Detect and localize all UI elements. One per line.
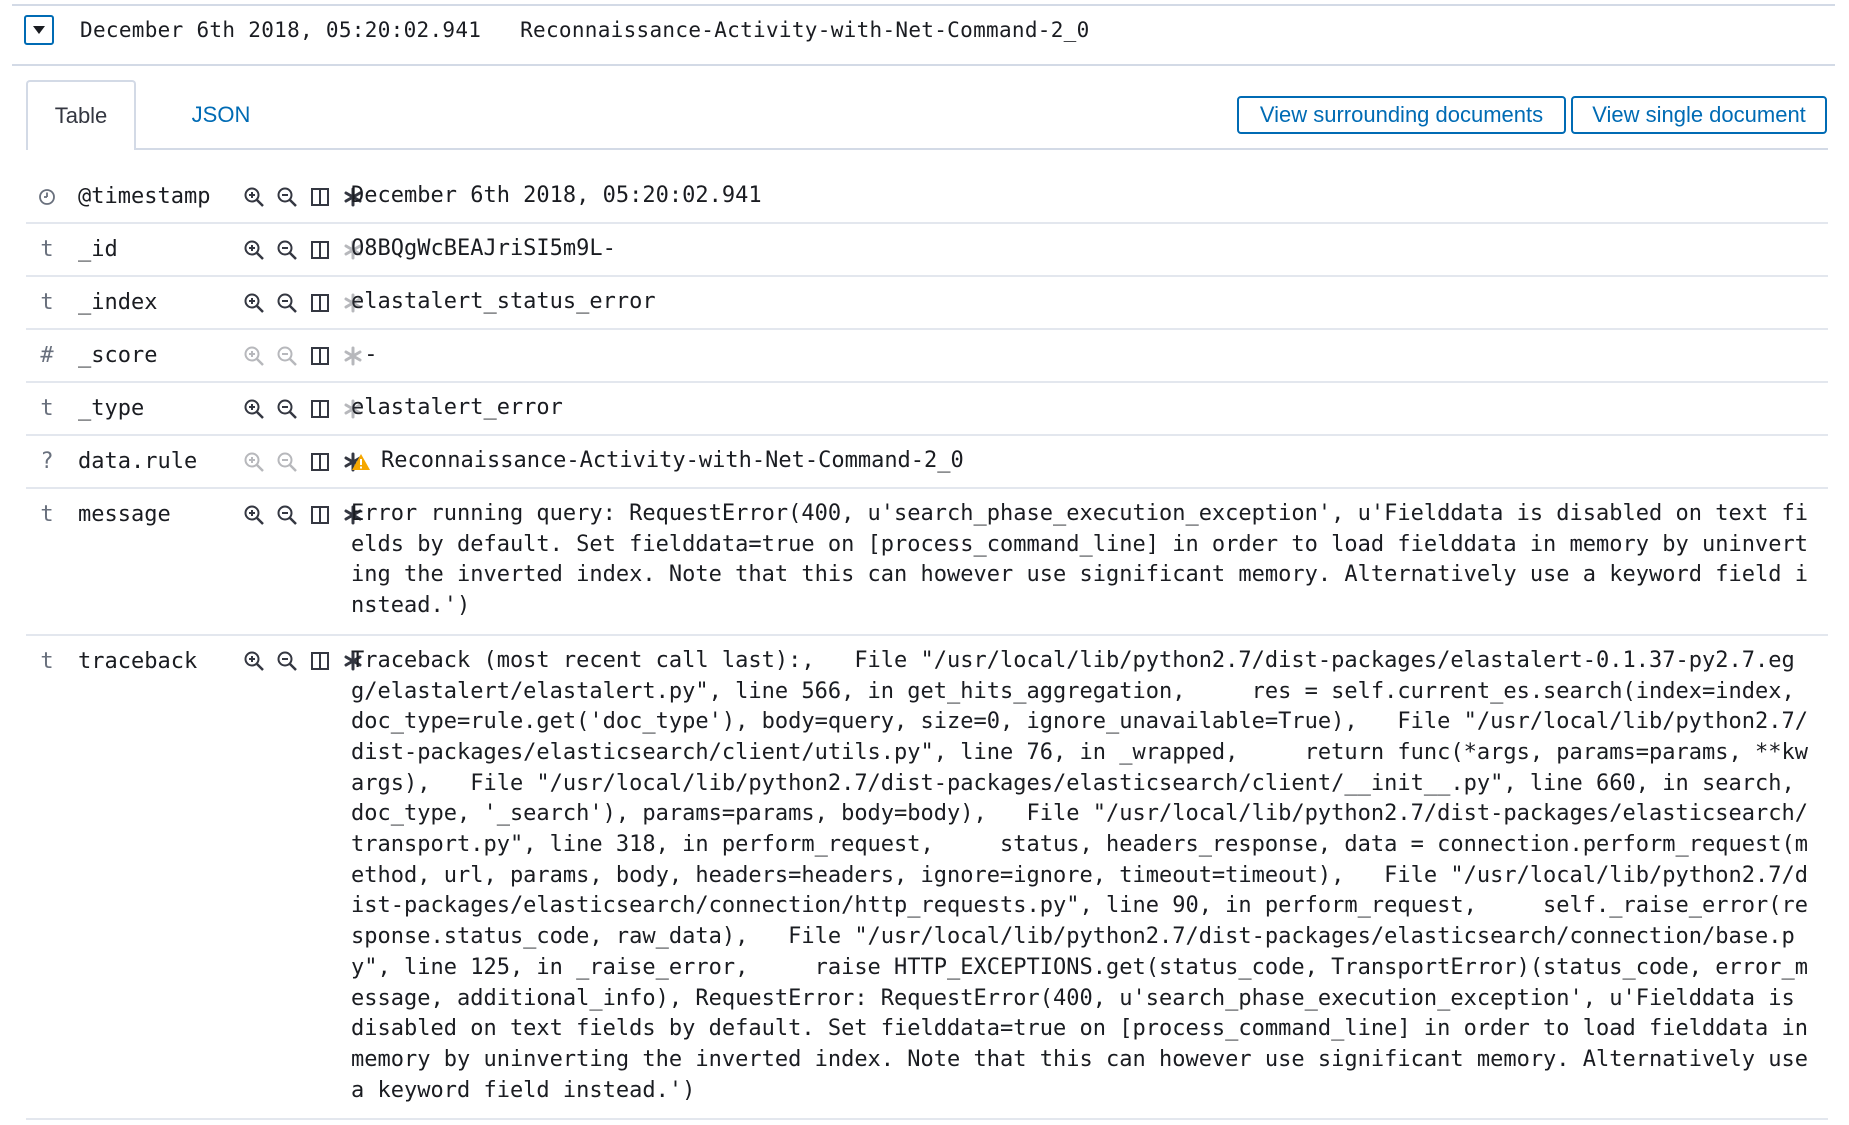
field-actions — [228, 330, 361, 381]
field-value: elastalert_status_error — [351, 289, 656, 315]
field-actions — [228, 224, 361, 275]
filter-out-value-icon[interactable] — [273, 236, 300, 263]
filter-exists-icon[interactable] — [339, 289, 366, 316]
filter-for-value-icon[interactable] — [240, 395, 267, 422]
warning-icon — [351, 453, 371, 471]
tab-underline — [26, 148, 1828, 150]
fields-table: @timestamp December 6th 2018, 05:20:02.94… — [26, 171, 1828, 1121]
toggle-column-icon[interactable] — [306, 501, 333, 528]
tab-table[interactable]: Table — [26, 80, 136, 150]
field-name: message — [78, 502, 171, 527]
filter-out-value-icon[interactable] — [273, 395, 300, 422]
field-type-icon: t — [40, 237, 54, 262]
clock-icon — [26, 171, 68, 222]
field-value: - — [351, 342, 378, 368]
filter-for-value-icon[interactable] — [240, 236, 267, 263]
chevron-down-icon — [33, 26, 45, 34]
toggle-column-icon[interactable] — [306, 289, 333, 316]
field-actions — [228, 636, 361, 687]
field-name: @timestamp — [78, 184, 211, 209]
field-row: @timestamp December 6th 2018, 05:20:02.94… — [26, 171, 1828, 224]
filter-for-value-icon[interactable] — [240, 501, 267, 528]
filter-out-value-icon[interactable] — [273, 342, 300, 369]
filter-out-value-icon[interactable] — [273, 648, 300, 675]
toggle-column-icon[interactable] — [306, 648, 333, 675]
field-actions — [228, 436, 361, 487]
field-name: _id — [78, 237, 118, 262]
filter-for-value-icon[interactable] — [240, 183, 267, 210]
view-single-document-button[interactable]: View single document — [1571, 96, 1827, 134]
field-type-icon: t — [40, 290, 54, 315]
field-value-text: Reconnaissance-Activity-with-Net-Command… — [381, 448, 964, 474]
field-name: _index — [78, 290, 158, 315]
filter-for-value-icon[interactable] — [240, 342, 267, 369]
field-value: O8BQgWcBEAJriSI5m9L- — [351, 236, 616, 262]
field-value: elastalert_error — [351, 395, 563, 421]
field-name: traceback — [78, 648, 198, 674]
view-surrounding-documents-button[interactable]: View surrounding documents — [1237, 96, 1566, 134]
filter-out-value-icon[interactable] — [273, 183, 300, 210]
filter-out-value-icon[interactable] — [273, 448, 300, 475]
filter-for-value-icon[interactable] — [240, 289, 267, 316]
field-actions — [228, 171, 361, 222]
tab-json[interactable]: JSON — [166, 80, 276, 150]
toggle-column-icon[interactable] — [306, 395, 333, 422]
filter-for-value-icon[interactable] — [240, 448, 267, 475]
field-actions — [228, 489, 361, 540]
top-divider — [12, 4, 1835, 6]
field-value: Traceback (most recent call last):, File… — [351, 647, 1808, 1103]
field-type-icon: t — [40, 648, 54, 674]
collapse-toggle-button[interactable] — [24, 15, 54, 45]
field-row: # _score - — [26, 330, 1828, 383]
field-value: Error running query: RequestError(400, u… — [351, 501, 1808, 619]
toggle-column-icon[interactable] — [306, 342, 333, 369]
field-value: Reconnaissance-Activity-with-Net-Command… — [351, 436, 1828, 487]
field-actions — [228, 277, 361, 328]
field-row: t _id O8BQgWcBEAJriSI5m9L- — [26, 224, 1828, 277]
filter-out-value-icon[interactable] — [273, 289, 300, 316]
filter-for-value-icon[interactable] — [240, 648, 267, 675]
field-type-icon: # — [40, 343, 54, 368]
field-row: t traceback Traceback (most recent call la… — [26, 636, 1828, 1121]
field-row: t _type elastalert_error — [26, 383, 1828, 436]
field-type-icon: t — [40, 396, 54, 421]
field-row: t message Error running query: RequestErro… — [26, 489, 1828, 636]
doc-view-tabs: Table JSON View surrounding documents Vi… — [26, 80, 1828, 150]
filter-exists-icon[interactable] — [339, 342, 366, 369]
field-row: ? data.rule Reconnaissance-Activity-with-N… — [26, 436, 1828, 489]
filter-exists-icon[interactable] — [339, 236, 366, 263]
field-value: December 6th 2018, 05:20:02.941 — [351, 183, 762, 209]
field-actions — [228, 383, 361, 434]
field-name: _score — [78, 343, 158, 368]
document-header: December 6th 2018, 05:20:02.941 Reconnai… — [22, 8, 1090, 52]
document-title: December 6th 2018, 05:20:02.941 Reconnai… — [80, 18, 1090, 42]
toggle-column-icon[interactable] — [306, 236, 333, 263]
header-divider — [12, 64, 1835, 66]
field-name: data.rule — [78, 449, 198, 474]
field-type-icon: t — [40, 502, 54, 527]
field-row: t _index elastalert_status_error — [26, 277, 1828, 330]
filter-exists-icon[interactable] — [339, 395, 366, 422]
field-name: _type — [78, 396, 145, 421]
field-type-icon: ? — [40, 449, 54, 474]
toggle-column-icon[interactable] — [306, 183, 333, 210]
filter-out-value-icon[interactable] — [273, 501, 300, 528]
toggle-column-icon[interactable] — [306, 448, 333, 475]
